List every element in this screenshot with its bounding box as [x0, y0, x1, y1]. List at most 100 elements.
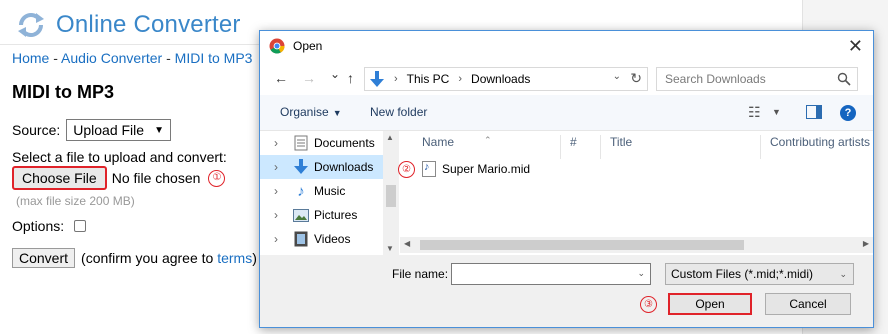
scrollbar-thumb[interactable] [420, 240, 744, 250]
source-row: Source: Upload File ▼ [12, 119, 171, 141]
close-icon[interactable]: ✕ [848, 36, 863, 57]
documents-icon [292, 135, 310, 151]
new-folder-button[interactable]: New folder [370, 105, 427, 119]
pictures-icon [292, 207, 310, 223]
videos-icon [292, 231, 310, 247]
forward-arrow-icon[interactable]: → [302, 70, 316, 86]
organise-label: Organise [280, 105, 329, 119]
terms-link[interactable]: terms [217, 250, 252, 266]
downloads-arrow-icon [370, 71, 384, 87]
options-row: Options: [12, 218, 87, 234]
breadcrumb-separator: - [49, 50, 62, 66]
open-file-dialog: Open ✕ ← → ⌄ ↑ › This PC › Downloads ⌄ ↻… [259, 30, 874, 328]
site-logo[interactable]: Online Converter [14, 8, 241, 42]
preview-pane-icon[interactable] [806, 105, 822, 119]
breadcrumb-home-link[interactable]: Home [12, 50, 49, 66]
chevron-down-icon: ⌄ [839, 269, 847, 279]
expand-chevron-icon[interactable]: › [274, 232, 292, 246]
address-downloads[interactable]: Downloads [471, 72, 530, 86]
expand-chevron-icon[interactable]: › [274, 208, 292, 222]
cancel-button[interactable]: Cancel [765, 293, 851, 315]
column-number[interactable]: # [570, 135, 577, 149]
breadcrumb-midi-to-mp3-link[interactable]: MIDI to MP3 [175, 50, 253, 66]
dialog-title: Open [293, 39, 323, 53]
file-list-hscrollbar[interactable]: ◀ ▶ [400, 237, 873, 253]
file-name-text: Super Mario.mid [442, 162, 531, 176]
select-file-prompt: Select a file to upload and convert: [12, 149, 227, 165]
music-icon: ♪ [297, 182, 305, 200]
scrollbar-thumb[interactable] [386, 185, 396, 207]
dialog-toolbar: Organise ▼ New folder ☷ ▼ ? [260, 95, 873, 131]
address-this-pc[interactable]: This PC [407, 72, 450, 86]
expand-chevron-icon[interactable]: › [274, 184, 292, 198]
downloads-icon [292, 159, 310, 175]
options-label: Options: [12, 218, 65, 234]
scroll-left-icon[interactable]: ◀ [404, 239, 410, 248]
choose-file-button[interactable]: Choose File [12, 166, 107, 190]
search-icon [837, 72, 851, 86]
step-3-marker: ③ [640, 296, 657, 313]
back-arrow-icon[interactable]: ← [274, 70, 288, 86]
file-name-label: File name: [392, 267, 449, 281]
column-title[interactable]: Title [610, 135, 632, 149]
address-dropdown-icon[interactable]: ⌄ [613, 71, 621, 82]
no-file-chosen-text: No file chosen [111, 170, 201, 186]
search-box[interactable]: Search Downloads [656, 67, 858, 91]
site-logo-text: Online Converter [56, 11, 241, 38]
file-name-input[interactable] [451, 263, 651, 285]
tree-item-label: Documents [314, 136, 375, 150]
recent-locations-icon[interactable]: ⌄ [330, 67, 340, 81]
chrome-icon [269, 38, 285, 54]
tree-item-label: Downloads [314, 160, 374, 174]
breadcrumb: Home - Audio Converter - MIDI to MP3 [12, 50, 252, 66]
up-arrow-icon[interactable]: ↑ [347, 70, 354, 86]
confirm-text: (confirm you agree to terms) [81, 250, 257, 266]
file-type-filter[interactable]: Custom Files (*.mid;*.midi) ⌄ [665, 263, 854, 285]
tree-item-downloads[interactable]: › Downloads [260, 155, 385, 179]
navigation-bar: ← → ⌄ ↑ › This PC › Downloads ⌄ ↻ Search… [260, 63, 873, 93]
address-chevron-icon: › [458, 73, 463, 85]
tree-item-music[interactable]: › ♪ Music [260, 179, 385, 203]
chevron-down-icon: ⌄ [637, 268, 645, 278]
sort-ascending-icon: ⌃ [484, 135, 492, 145]
refresh-logo-icon [18, 13, 44, 37]
breadcrumb-audio-converter-link[interactable]: Audio Converter [61, 50, 162, 66]
tree-scrollbar[interactable]: ▲ ▼ [383, 131, 399, 255]
tree-item-label: Pictures [314, 208, 358, 222]
scroll-up-icon[interactable]: ▲ [386, 133, 394, 142]
column-headers: ⌃ Name # Title Contributing artists [400, 131, 873, 159]
list-item[interactable]: Super Mario.mid [422, 161, 530, 177]
options-checkbox[interactable] [74, 220, 87, 232]
source-select[interactable]: Upload File ▼ [66, 119, 171, 141]
convert-button[interactable]: Convert [12, 248, 76, 268]
view-options-arrow-icon[interactable]: ▼ [772, 107, 781, 117]
open-button[interactable]: Open [668, 293, 752, 315]
max-file-size-note: (max file size 200 MB) [16, 194, 135, 208]
help-icon[interactable]: ? [840, 105, 856, 121]
scroll-down-icon[interactable]: ▼ [386, 244, 394, 253]
expand-chevron-icon[interactable]: › [274, 136, 292, 150]
address-bar[interactable]: › This PC › Downloads ⌄ ↻ [364, 67, 648, 91]
source-label: Source: [12, 122, 61, 138]
dropdown-arrow-icon: ▼ [154, 124, 164, 136]
tree-item-documents[interactable]: › Documents [260, 131, 385, 155]
tree-item-label: Music [314, 184, 346, 198]
confirm-prefix: (confirm you agree to [81, 250, 218, 266]
scroll-right-icon[interactable]: ▶ [863, 239, 869, 248]
column-divider [560, 135, 561, 159]
column-contributing-artists[interactable]: Contributing artists [770, 135, 870, 149]
organise-menu[interactable]: Organise ▼ [280, 105, 342, 119]
refresh-icon[interactable]: ↻ [630, 70, 642, 87]
tree-item-videos[interactable]: › Videos [260, 227, 385, 251]
chevron-down-icon: ▼ [332, 108, 342, 118]
tree-item-pictures[interactable]: › Pictures [260, 203, 385, 227]
dialog-titlebar: Open ✕ [260, 31, 873, 61]
choose-file-row: Choose File No file chosen ① [12, 166, 226, 190]
file-name-dropdown[interactable]: ⌄ [631, 263, 651, 285]
change-view-icon[interactable]: ☷ [748, 104, 761, 121]
confirm-suffix: ) [252, 250, 257, 266]
source-select-value: Upload File [73, 122, 145, 138]
column-name[interactable]: Name [422, 135, 454, 149]
expand-chevron-icon[interactable]: › [274, 160, 292, 174]
breadcrumb-separator: - [162, 50, 175, 66]
